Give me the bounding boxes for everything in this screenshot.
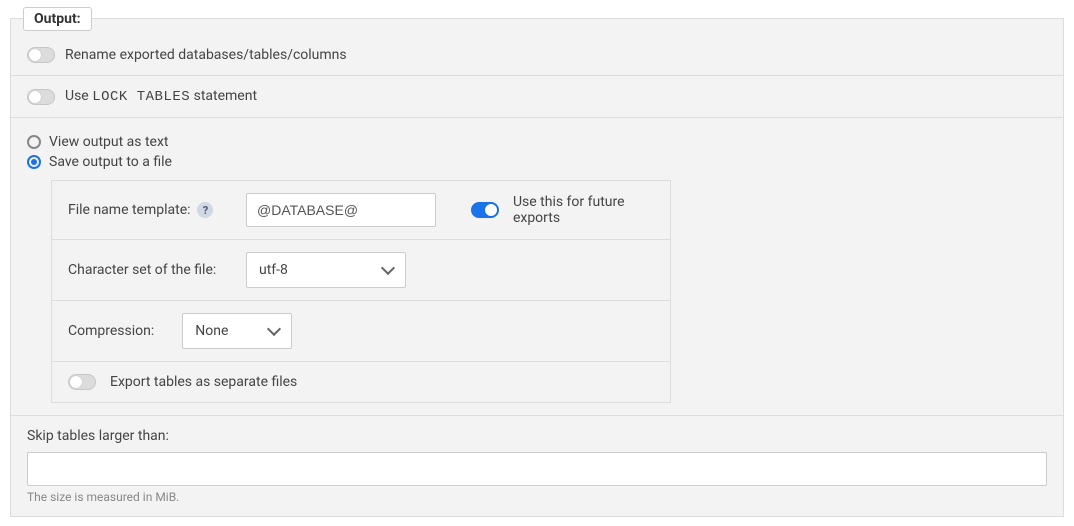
- skip-hint: The size is measured in MiB.: [27, 490, 1047, 504]
- rename-label: Rename exported databases/tables/columns: [65, 47, 347, 63]
- help-icon[interactable]: ?: [197, 202, 213, 218]
- compression-label: Compression:: [68, 323, 154, 339]
- output-mode-section: View output as text Save output to a fil…: [11, 118, 1063, 415]
- charset-select[interactable]: utf-8: [246, 252, 406, 288]
- locktables-toggle[interactable]: [27, 89, 55, 105]
- output-legend: Output:: [23, 7, 92, 31]
- save-to-file-label: Save output to a file: [49, 154, 172, 170]
- chevron-down-icon: [267, 322, 281, 336]
- file-template-label: File name template: ?: [68, 202, 232, 219]
- save-to-file-radio[interactable]: [27, 155, 41, 169]
- view-as-text-radio[interactable]: [27, 135, 41, 149]
- skip-input[interactable]: [27, 452, 1047, 486]
- view-as-text-label: View output as text: [49, 134, 169, 150]
- file-template-input[interactable]: [246, 193, 436, 227]
- future-exports-toggle[interactable]: [471, 202, 499, 218]
- locktables-code: LOCK TABLES: [92, 89, 190, 105]
- locktables-label: Use LOCK TABLES statement: [65, 88, 257, 105]
- charset-label: Character set of the file:: [68, 262, 232, 278]
- separate-files-label: Export tables as separate files: [110, 374, 297, 390]
- skip-section: Skip tables larger than: The size is mea…: [11, 415, 1063, 516]
- chevron-down-icon: [381, 261, 395, 275]
- locktables-section: Use LOCK TABLES statement: [11, 76, 1063, 118]
- compression-select[interactable]: None: [182, 313, 292, 349]
- rename-section: Rename exported databases/tables/columns: [11, 19, 1063, 76]
- save-file-subpanel: File name template: ? Use this for futur…: [51, 180, 671, 403]
- skip-label: Skip tables larger than:: [27, 428, 1047, 444]
- future-exports-label: Use this for future exports: [513, 194, 654, 226]
- separate-files-toggle[interactable]: [68, 374, 96, 390]
- output-fieldset: Output: Rename exported databases/tables…: [10, 18, 1064, 517]
- rename-toggle[interactable]: [27, 47, 55, 63]
- charset-value: utf-8: [259, 262, 288, 278]
- compression-value: None: [195, 323, 228, 339]
